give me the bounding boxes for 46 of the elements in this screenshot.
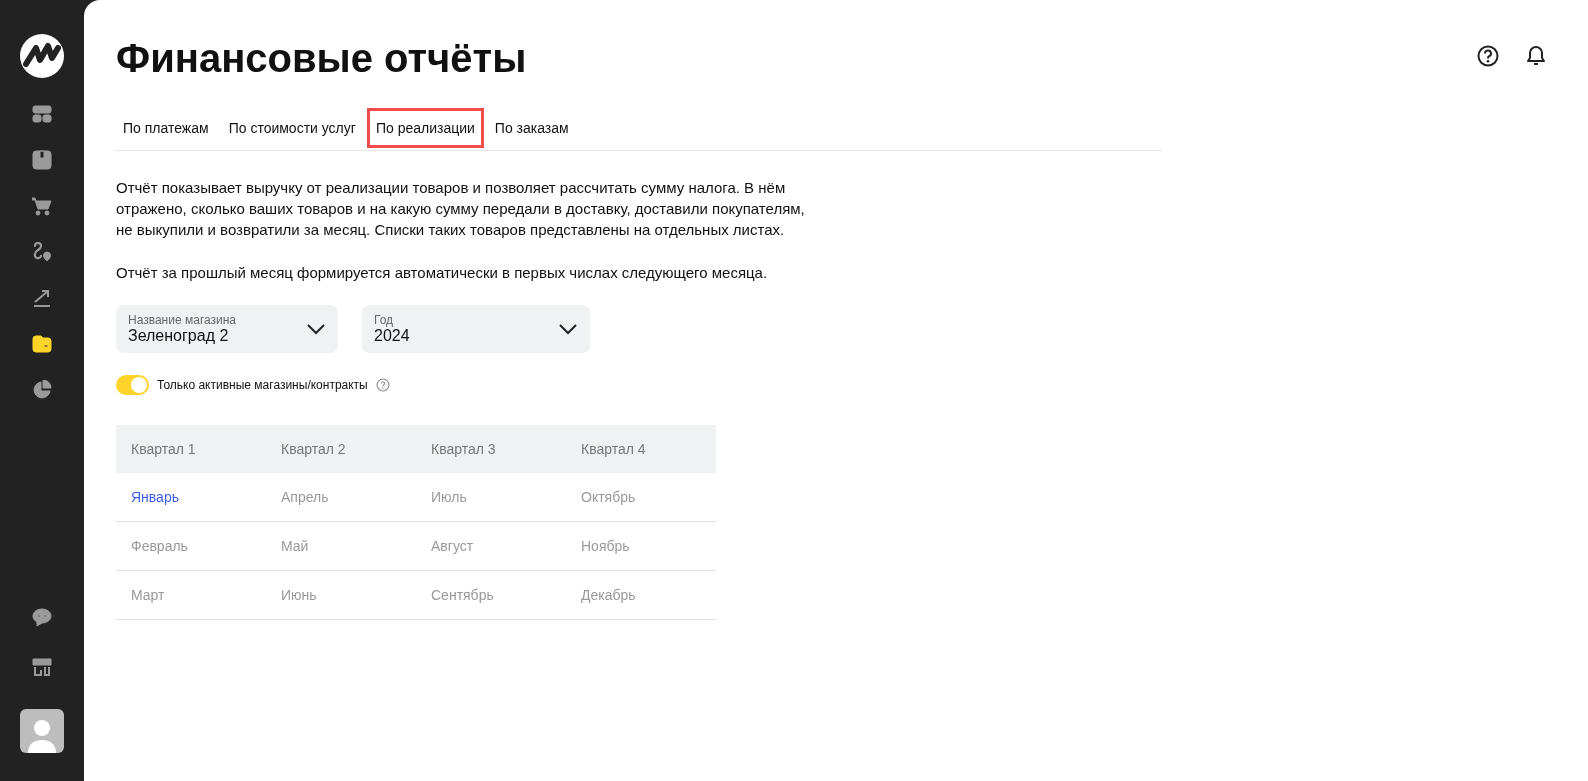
month-link: Июль	[431, 489, 467, 505]
dropdown-label: Название магазина	[128, 313, 237, 327]
column-header: Квартал 1	[116, 425, 266, 473]
avatar[interactable]	[20, 709, 64, 753]
tab[interactable]: По реализации	[366, 108, 484, 148]
column-header: Квартал 4	[566, 425, 716, 473]
chat-icon	[32, 607, 52, 627]
month-link[interactable]: Январь	[131, 489, 179, 505]
chevron-down-icon	[558, 323, 578, 335]
route-icon	[32, 242, 52, 262]
page-title: Финансовые отчёты	[116, 35, 527, 82]
month-link: Сентябрь	[431, 587, 494, 603]
dropdown-value: 2024	[374, 327, 410, 345]
tab[interactable]: По платежам	[114, 108, 218, 148]
dropdown[interactable]: Название магазина Зеленоград 2	[116, 305, 338, 353]
month-link: Июнь	[281, 587, 317, 603]
help-icon[interactable]	[1476, 44, 1500, 68]
description-text: Отчёт показывает выручку от реализации товаров и позволяет рассчитать сумму налога. В нём отражено, сколько ваших товаров и на какую сумму передали в доставку, доставили покупателям, не выкупили и возвратили за месяц. Списки таких товаров представлены на отдельных листах.	[116, 178, 806, 240]
tab[interactable]: По стоимости услуг	[219, 108, 365, 148]
bell-icon[interactable]	[1524, 44, 1548, 68]
description-text: Отчёт за прошлый месяц формируется автоматически в первых числах следующего месяца.	[116, 263, 769, 283]
month-link: Август	[431, 538, 474, 554]
dropdown[interactable]: Год 2024	[362, 305, 590, 353]
toggle-switch[interactable]	[116, 375, 149, 395]
dropdown-label: Год	[374, 313, 395, 327]
month-link: Ноябрь	[581, 538, 630, 554]
logo-icon[interactable]	[20, 34, 64, 78]
month-link: Октябрь	[581, 489, 636, 505]
trend-arrow-icon	[32, 288, 52, 308]
wallet-icon	[32, 334, 52, 354]
column-header: Квартал 2	[266, 425, 416, 473]
storefront-icon	[32, 657, 52, 677]
pie-chart-icon	[32, 380, 52, 400]
cart-icon	[32, 196, 52, 216]
month-link: Февраль	[131, 538, 188, 554]
month-link: Май	[281, 538, 309, 554]
tab[interactable]: По заказам	[485, 108, 578, 148]
box-icon	[32, 150, 52, 170]
dropdown-value: Зеленоград 2	[128, 327, 230, 345]
month-link: Декабрь	[581, 587, 636, 603]
toggle-label: Только активные магазины/контракты	[157, 378, 368, 392]
chevron-down-icon	[306, 323, 326, 335]
column-header: Квартал 3	[416, 425, 566, 473]
month-link: Апрель	[281, 489, 329, 505]
month-link: Март	[131, 587, 165, 603]
dashboard-icon	[32, 104, 52, 124]
